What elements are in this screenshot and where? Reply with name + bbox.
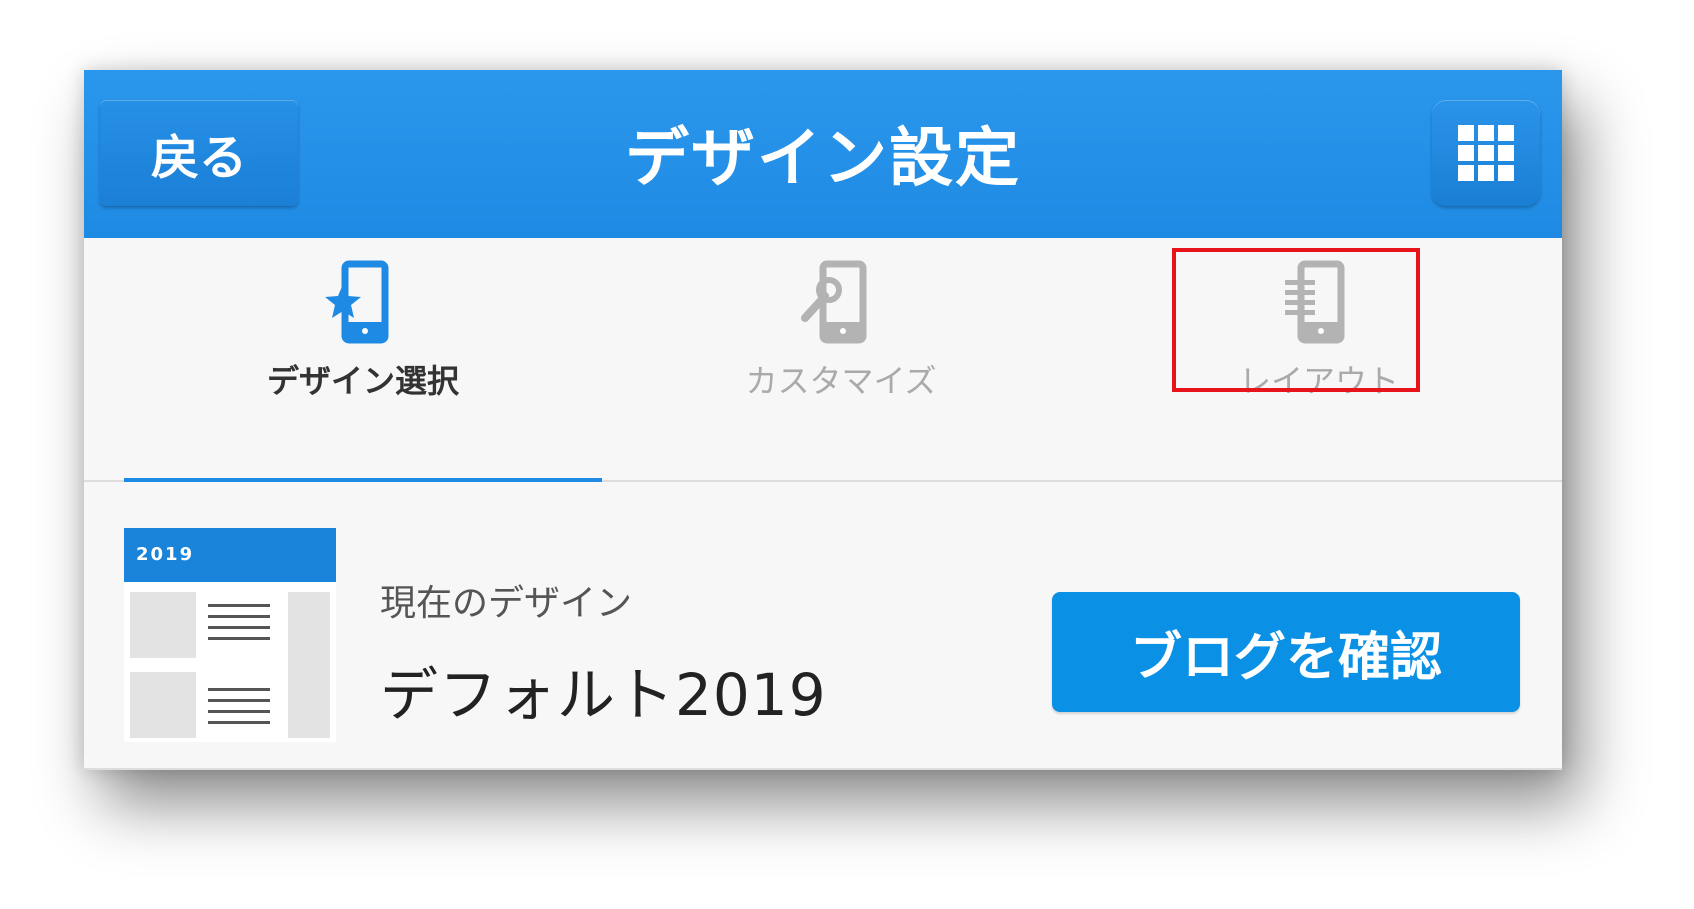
tab-layout[interactable]: レイアウト: [1080, 238, 1558, 480]
tab-design-select[interactable]: デザイン選択: [124, 238, 602, 480]
thumbnail-block: [130, 672, 196, 738]
tab-label-customize: カスタマイズ: [745, 362, 937, 400]
menu-grid-button[interactable]: [1432, 100, 1540, 206]
thumbnail-lines: [208, 604, 270, 648]
current-design-label: 現在のデザイン: [380, 583, 633, 624]
design-thumbnail: 2019: [124, 528, 336, 742]
phone-wrench-icon: [801, 260, 867, 344]
thumbnail-header: 2019: [124, 528, 336, 582]
current-design-name: デフォルト2019: [380, 661, 827, 729]
phone-layout-icon: [1285, 260, 1345, 344]
header-bar: 戻る デザイン設定: [84, 70, 1562, 238]
tab-label-design-select: デザイン選択: [266, 362, 459, 400]
thumbnail-block: [130, 592, 196, 658]
page-title: デザイン設定: [625, 122, 1021, 196]
tab-bar: デザイン選択 カスタマイズ レイアウト: [84, 238, 1562, 483]
grid-icon: [1458, 125, 1514, 181]
phone-star-icon: [325, 260, 389, 344]
thumbnail-sidebar: [288, 592, 330, 738]
thumbnail-lines: [208, 688, 270, 732]
screenshot-stage: 戻る デザイン設定 デザイン選択 カスタマイズ レイアウト 2019 現在のデザ…: [0, 0, 1694, 909]
design-settings-window: 戻る デザイン設定 デザイン選択 カスタマイズ レイアウト 2019 現在のデザ…: [84, 70, 1562, 770]
current-design-panel: 2019 現在のデザイン デフォルト2019 ブログを確認: [84, 482, 1562, 770]
tab-label-layout: レイアウト: [1238, 362, 1399, 400]
tab-customize[interactable]: カスタマイズ: [602, 238, 1080, 480]
back-button[interactable]: 戻る: [100, 100, 298, 206]
view-blog-button[interactable]: ブログを確認: [1052, 592, 1520, 712]
bottom-divider: [84, 768, 1562, 770]
